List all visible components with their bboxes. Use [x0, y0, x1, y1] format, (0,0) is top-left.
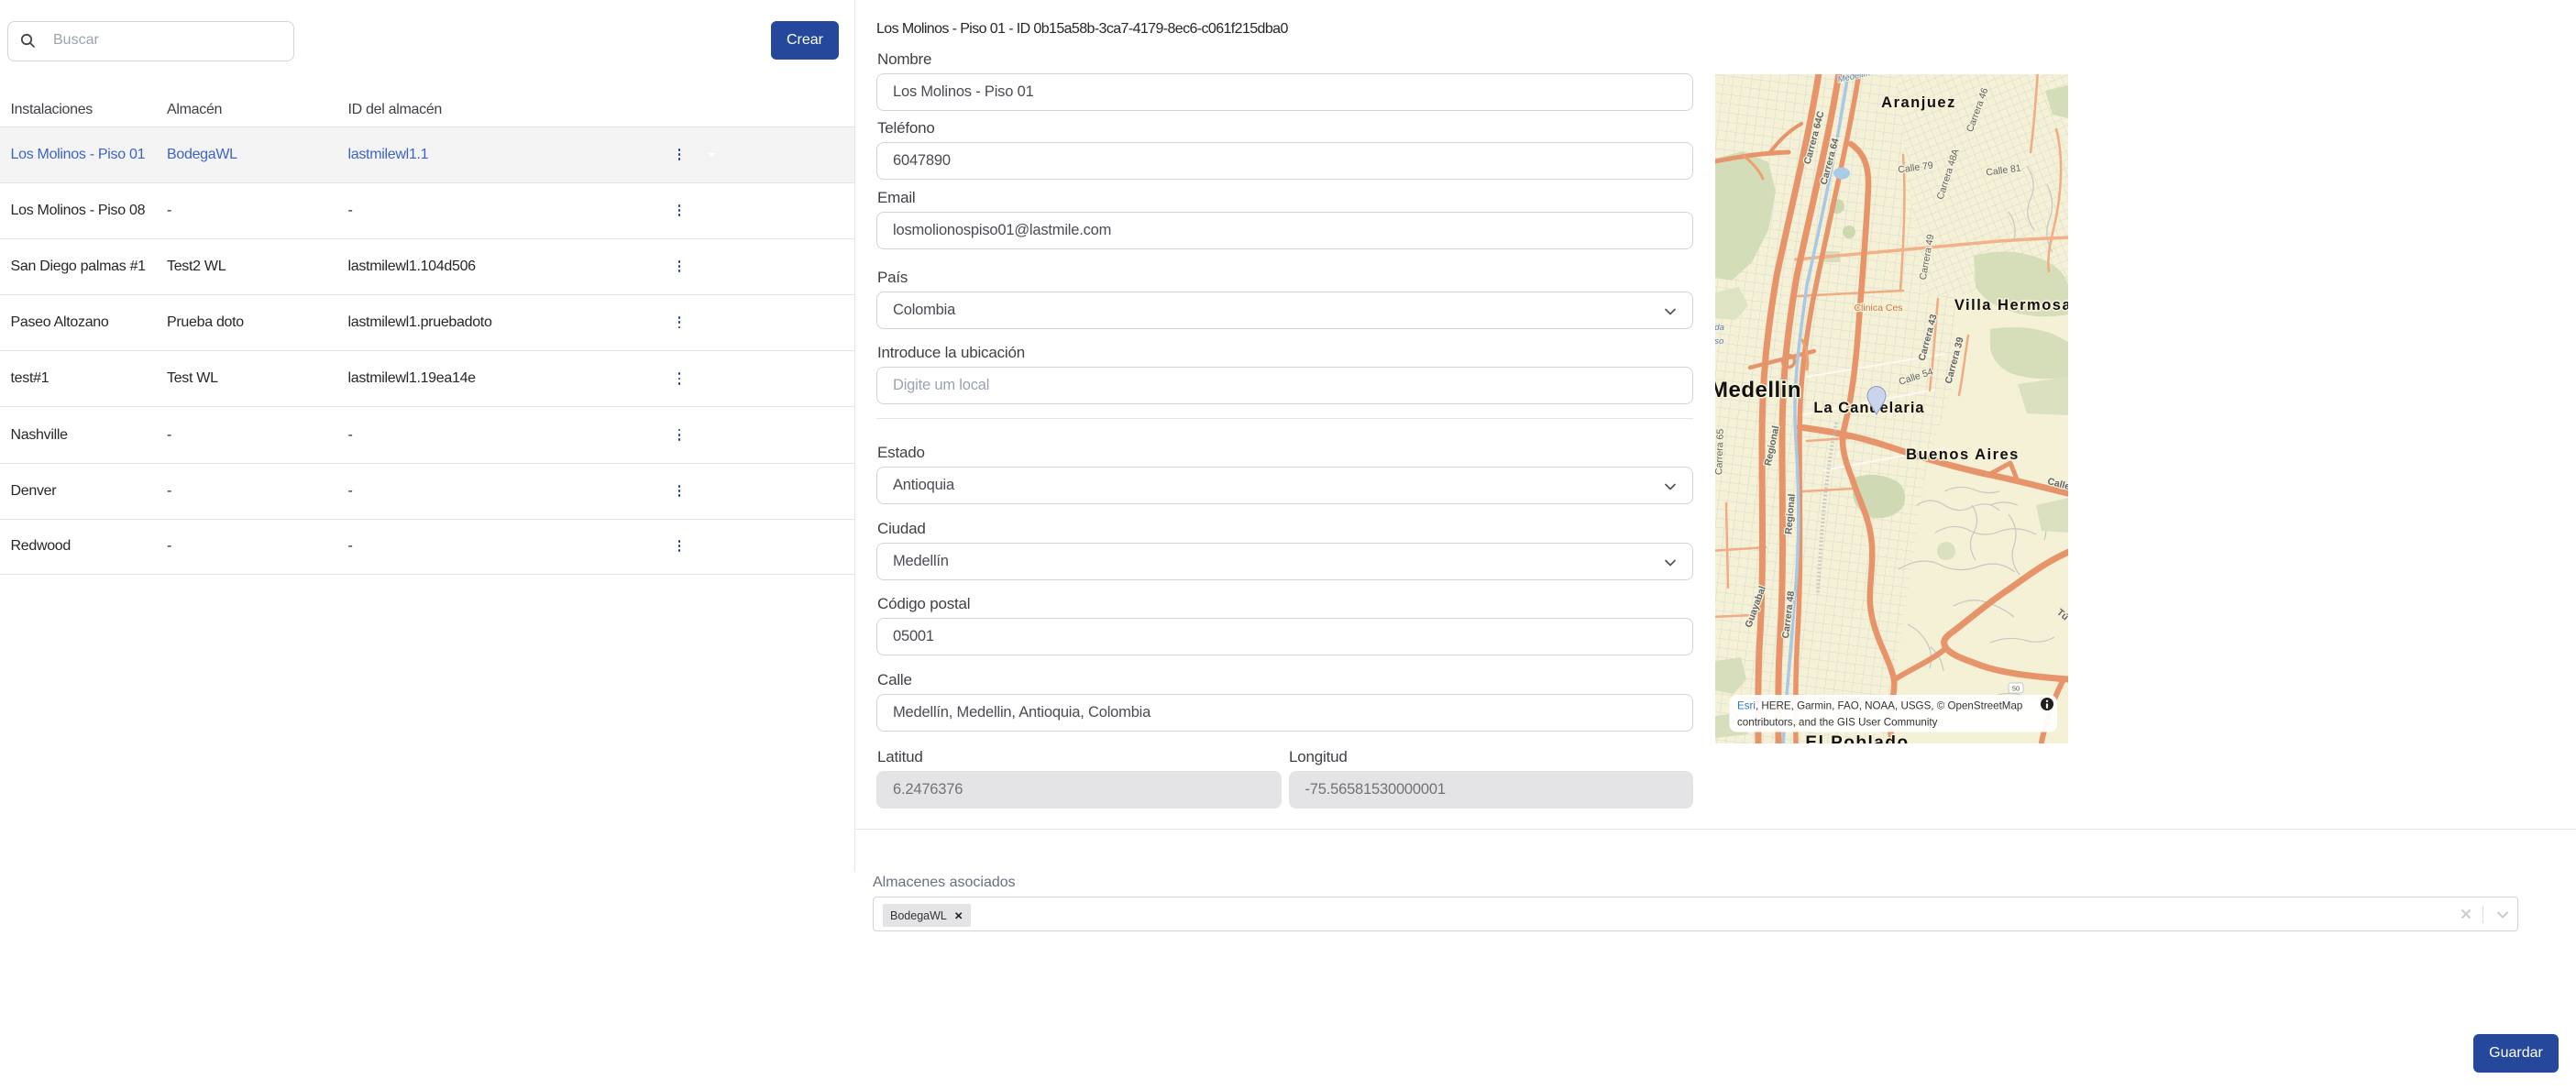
svg-text:50: 50: [2012, 685, 2020, 693]
svg-text:contributors, and the GIS User: contributors, and the GIS User Community: [1737, 717, 1938, 729]
svg-text:Esri, HERE, Garmin, FAO, NOAA,: Esri, HERE, Garmin, FAO, NOAA, USGS, © O…: [1737, 700, 2022, 712]
svg-text:Medellin: Medellin: [1715, 378, 1801, 402]
svg-text:Aranjuez: Aranjuez: [1881, 94, 1956, 111]
svg-text:ada: ada: [1715, 323, 1724, 333]
svg-text:Carrera 65: Carrera 65: [1715, 428, 1726, 475]
svg-text:Buenos Aires: Buenos Aires: [1906, 446, 2020, 463]
svg-text:El Poblado: El Poblado: [1805, 733, 1909, 743]
svg-text:eso: eso: [1715, 336, 1723, 347]
svg-text:Clinica Ces: Clinica Ces: [1854, 303, 1902, 314]
svg-text:Villa Hermosa: Villa Hermosa: [1954, 297, 2068, 314]
